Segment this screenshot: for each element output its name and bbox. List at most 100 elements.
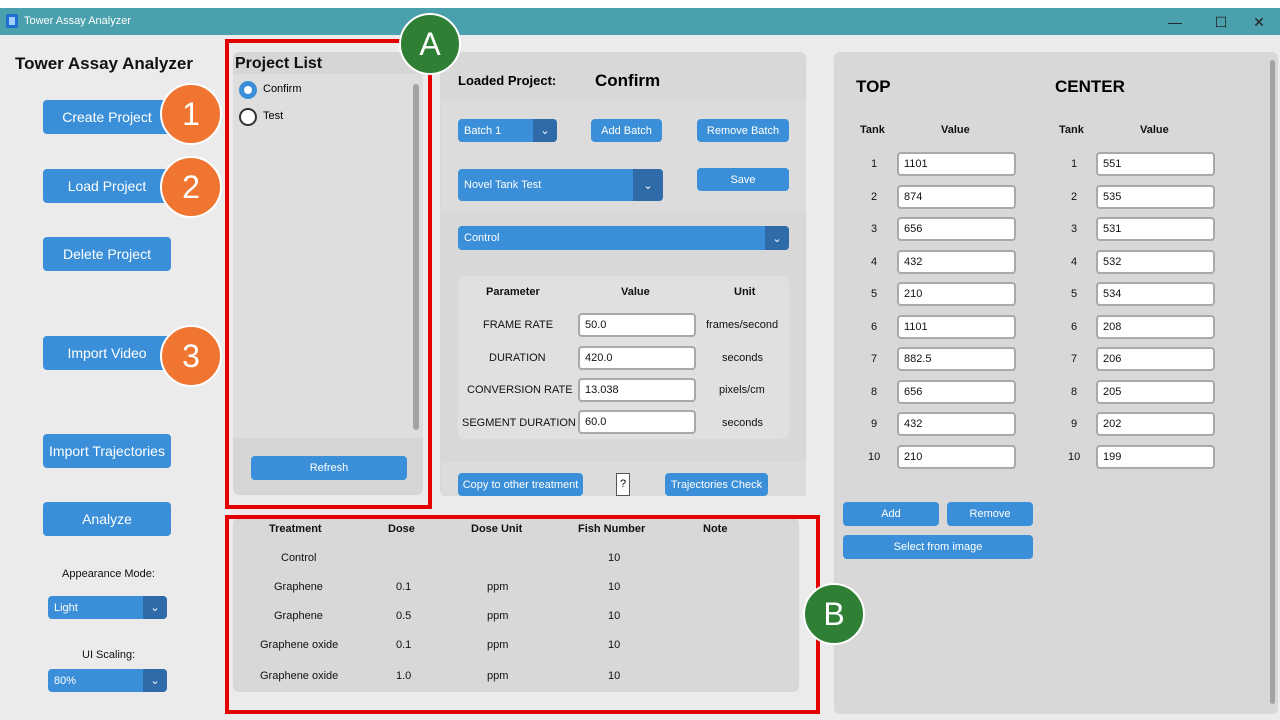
- chevron-down-icon: ⌄: [143, 596, 167, 619]
- save-button[interactable]: Save: [697, 168, 789, 191]
- parameter-header: Parameter: [486, 286, 540, 298]
- annotation-badge-a: A: [399, 13, 461, 75]
- parameters-table: Parameter Value Unit FRAME RATE 50.0 fra…: [458, 276, 789, 439]
- import-trajectories-button[interactable]: Import Trajectories: [43, 434, 171, 468]
- highlight-box-a: [225, 39, 432, 509]
- chevron-down-icon: ⌄: [143, 669, 167, 692]
- treatment-select-value: Control: [464, 232, 500, 244]
- close-button[interactable]: ✕: [1244, 12, 1274, 32]
- select-from-image-button[interactable]: Select from image: [843, 535, 1033, 559]
- delete-project-button[interactable]: Delete Project: [43, 237, 171, 271]
- treatment-select[interactable]: Control ⌄: [458, 226, 789, 250]
- test-type-select[interactable]: Novel Tank Test ⌄: [458, 169, 663, 201]
- segment-duration-input[interactable]: 60.0: [578, 410, 696, 434]
- param-unit: pixels/cm: [719, 384, 765, 396]
- title-bar: Tower Assay Analyzer — ☐ ✕: [0, 8, 1280, 35]
- center-zone-value-input[interactable]: 534: [1096, 282, 1215, 306]
- center-tank-number: 1: [1071, 158, 1078, 170]
- center-zone-value-input[interactable]: 208: [1096, 315, 1215, 339]
- top-zone-title: TOP: [856, 77, 891, 96]
- appearance-mode-select[interactable]: Light ⌄: [48, 596, 167, 619]
- center-zone-value-input[interactable]: 202: [1096, 412, 1215, 436]
- conversion-rate-input[interactable]: 13.038: [578, 378, 696, 402]
- top-tank-number: 10: [868, 451, 881, 463]
- remove-zone-button[interactable]: Remove: [947, 502, 1033, 526]
- unit-header: Unit: [734, 286, 756, 298]
- center-tank-number: 4: [1071, 256, 1078, 268]
- center-zone-value-input[interactable]: 535: [1096, 185, 1215, 209]
- zones-panel: TOP CENTER Tank Value Tank Value 1 1101 1 5…: [834, 52, 1278, 714]
- top-zone-value-input[interactable]: 432: [897, 412, 1016, 436]
- top-tank-number: 5: [871, 288, 878, 300]
- center-tank-number: 5: [1071, 288, 1078, 300]
- annotation-badge-b: B: [803, 583, 865, 645]
- center-tank-number: 8: [1071, 386, 1078, 398]
- annotation-badge-2: 2: [160, 156, 222, 218]
- top-zone-value-input[interactable]: 1101: [897, 152, 1016, 176]
- add-batch-button[interactable]: Add Batch: [591, 119, 662, 142]
- top-value-header: Value: [941, 124, 970, 136]
- top-zone-value-input[interactable]: 1101: [897, 315, 1016, 339]
- app-window: Tower Assay Analyzer — ☐ ✕ Tower Assay A…: [0, 8, 1280, 720]
- center-zone-value-input[interactable]: 206: [1096, 347, 1215, 371]
- add-zone-button[interactable]: Add: [843, 502, 939, 526]
- top-tank-number: 2: [871, 191, 878, 203]
- top-tank-number: 3: [871, 223, 878, 235]
- appearance-mode-label: Appearance Mode:: [62, 568, 155, 580]
- top-zone-value-input[interactable]: 432: [897, 250, 1016, 274]
- top-zone-value-input[interactable]: 874: [897, 185, 1016, 209]
- copy-to-other-treatment-button[interactable]: Copy to other treatment: [458, 473, 583, 496]
- maximize-button[interactable]: ☐: [1206, 12, 1236, 32]
- center-zone-value-input[interactable]: 205: [1096, 380, 1215, 404]
- param-name: SEGMENT DURATION: [462, 417, 576, 429]
- param-unit: seconds: [722, 417, 763, 429]
- window-title: Tower Assay Analyzer: [24, 15, 131, 27]
- ui-scaling-label: UI Scaling:: [82, 649, 136, 661]
- highlight-box-b: [225, 515, 820, 714]
- test-type-value: Novel Tank Test: [464, 179, 542, 191]
- top-tank-number: 6: [871, 321, 878, 333]
- import-video-button[interactable]: Import Video: [43, 336, 171, 370]
- ui-scaling-value: 80%: [54, 674, 77, 687]
- load-project-button[interactable]: Load Project: [43, 169, 171, 203]
- center-tank-number: 10: [1068, 451, 1081, 463]
- appearance-mode-value: Light: [54, 601, 78, 614]
- center-zone-value-input[interactable]: 199: [1096, 445, 1215, 469]
- remove-batch-button[interactable]: Remove Batch: [697, 119, 789, 142]
- minimize-button[interactable]: —: [1160, 12, 1190, 32]
- center-zone-value-input[interactable]: 532: [1096, 250, 1215, 274]
- chevron-down-icon: ⌄: [533, 119, 557, 142]
- create-project-button[interactable]: Create Project: [43, 100, 171, 134]
- ui-scaling-select[interactable]: 80% ⌄: [48, 669, 167, 692]
- batch-select-value: Batch 1: [464, 124, 502, 137]
- param-name: CONVERSION RATE: [467, 384, 573, 396]
- annotation-badge-3: 3: [160, 325, 222, 387]
- top-zone-value-input[interactable]: 210: [897, 445, 1016, 469]
- top-tank-number: 1: [871, 158, 878, 170]
- chevron-down-icon: ⌄: [765, 226, 789, 250]
- project-settings-panel: Loaded Project: Confirm Batch 1 ⌄ Add Ba…: [440, 52, 806, 496]
- center-tank-number: 6: [1071, 321, 1078, 333]
- top-zone-value-input[interactable]: 656: [897, 217, 1016, 241]
- sidebar-title: Tower Assay Analyzer: [15, 54, 193, 73]
- center-zone-value-input[interactable]: 531: [1096, 217, 1215, 241]
- center-tank-header: Tank: [1059, 124, 1084, 136]
- app-icon: [6, 14, 18, 28]
- duration-input[interactable]: 420.0: [578, 346, 696, 370]
- top-zone-value-input[interactable]: 882.5: [897, 347, 1016, 371]
- center-value-header: Value: [1140, 124, 1169, 136]
- top-zone-value-input[interactable]: 210: [897, 282, 1016, 306]
- param-unit: frames/second: [706, 319, 779, 331]
- analyze-button[interactable]: Analyze: [43, 502, 171, 536]
- top-tank-number: 4: [871, 256, 878, 268]
- param-name: FRAME RATE: [483, 319, 554, 331]
- batch-select[interactable]: Batch 1 ⌄: [458, 119, 557, 142]
- frame-rate-input[interactable]: 50.0: [578, 313, 696, 337]
- param-name: DURATION: [489, 352, 546, 364]
- help-button[interactable]: ?: [616, 473, 630, 496]
- center-zone-value-input[interactable]: 551: [1096, 152, 1215, 176]
- trajectories-check-button[interactable]: Trajectories Check: [665, 473, 768, 496]
- zones-scrollbar[interactable]: [1270, 60, 1275, 704]
- top-zone-value-input[interactable]: 656: [897, 380, 1016, 404]
- value-header: Value: [621, 286, 650, 298]
